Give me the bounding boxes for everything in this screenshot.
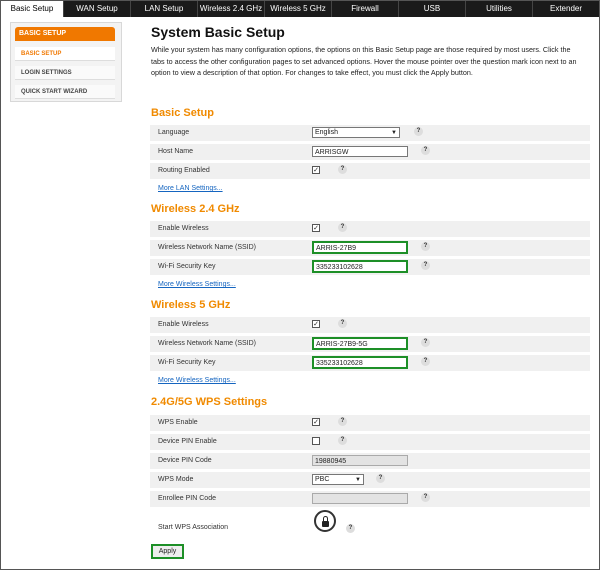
routing-enabled-label: Routing Enabled	[158, 167, 210, 174]
more-wireless-settings-5-link[interactable]: More Wireless Settings...	[158, 377, 236, 384]
more-lan-settings-link[interactable]: More LAN Settings...	[158, 185, 223, 192]
device-pin-code-input[interactable]: 19880945	[312, 455, 408, 466]
tab-utilities[interactable]: Utilities	[466, 1, 533, 17]
help-icon[interactable]: ?	[421, 338, 430, 347]
row-language: Language English ▼ ?	[150, 125, 590, 141]
help-icon[interactable]: ?	[421, 146, 430, 155]
help-icon[interactable]: ?	[421, 242, 430, 251]
section-heading-wireless-24: Wireless 2.4 GHz	[151, 203, 240, 215]
help-icon[interactable]: ?	[421, 357, 430, 366]
enable-wireless-24-checkbox[interactable]: ✓	[312, 224, 320, 232]
help-icon[interactable]: ?	[338, 319, 347, 328]
help-icon[interactable]: ?	[414, 127, 423, 136]
section-heading-wps: 2.4G/5G WPS Settings	[151, 396, 268, 408]
host-name-input[interactable]: ARRISGW	[312, 146, 408, 157]
sidebar-item-basic-setup[interactable]: BASIC SETUP	[15, 47, 115, 61]
start-wps-label: Start WPS Association	[158, 524, 229, 531]
page-title: System Basic Setup	[151, 24, 285, 40]
tab-wireless-5[interactable]: Wireless 5 GHz	[265, 1, 332, 17]
device-pin-code-label: Device PIN Code	[158, 457, 212, 464]
security-key-5-input[interactable]: 335233102628	[312, 356, 408, 369]
help-icon[interactable]: ?	[421, 493, 430, 502]
row-enrollee-pin-code: Enrollee PIN Code ?	[150, 491, 590, 507]
wps-mode-label: WPS Mode	[158, 476, 194, 483]
row-device-pin-code: Device PIN Code 19880945	[150, 453, 590, 469]
section-heading-basic-setup: Basic Setup	[151, 107, 214, 119]
tab-extender[interactable]: Extender	[533, 1, 599, 17]
sidebar: BASIC SETUP BASIC SETUP LOGIN SETTINGS Q…	[10, 22, 122, 102]
tab-wan-setup[interactable]: WAN Setup	[64, 1, 131, 17]
wps-mode-value: PBC	[315, 476, 330, 483]
security-key-label: Wi-Fi Security Key	[158, 263, 216, 270]
language-label: Language	[158, 129, 190, 136]
chevron-down-icon: ▼	[355, 477, 361, 483]
help-icon[interactable]: ?	[338, 165, 347, 174]
enable-wireless-label: Enable Wireless	[158, 225, 209, 232]
wps-enable-checkbox[interactable]: ✓	[312, 418, 320, 426]
device-pin-enable-label: Device PIN Enable	[158, 438, 217, 445]
enrollee-pin-code-label: Enrollee PIN Code	[158, 495, 216, 502]
host-name-label: Host Name	[158, 148, 194, 155]
more-wireless-settings-24-link[interactable]: More Wireless Settings...	[158, 281, 236, 288]
tab-firewall[interactable]: Firewall	[332, 1, 399, 17]
enable-wireless-label: Enable Wireless	[158, 321, 209, 328]
ssid-24-input[interactable]: ARRIS-27B9	[312, 241, 408, 254]
help-icon[interactable]: ?	[338, 436, 347, 445]
row-ssid-24: Wireless Network Name (SSID) ARRIS-27B9 …	[150, 240, 590, 256]
row-host-name: Host Name ARRISGW ?	[150, 144, 590, 160]
help-icon[interactable]: ?	[376, 474, 385, 483]
help-icon[interactable]: ?	[346, 524, 355, 533]
routing-enabled-checkbox[interactable]: ✓	[312, 166, 320, 174]
row-ssid-5: Wireless Network Name (SSID) ARRIS-27B9-…	[150, 336, 590, 352]
lock-icon-body	[322, 521, 329, 527]
intro-text: While your system has many configuration…	[151, 45, 577, 77]
ssid-label: Wireless Network Name (SSID)	[158, 244, 257, 251]
language-value: English	[315, 129, 338, 136]
row-wps-enable: WPS Enable ✓ ?	[150, 415, 590, 431]
enable-wireless-5-checkbox[interactable]: ✓	[312, 320, 320, 328]
tab-usb[interactable]: USB	[399, 1, 466, 17]
wps-mode-select[interactable]: PBC ▼	[312, 474, 364, 485]
help-icon[interactable]: ?	[338, 223, 347, 232]
row-security-key-24: Wi-Fi Security Key 335233102628 ?	[150, 259, 590, 275]
row-security-key-5: Wi-Fi Security Key 335233102628 ?	[150, 355, 590, 371]
row-enable-wireless-24: Enable Wireless ✓ ?	[150, 221, 590, 237]
enrollee-pin-code-input[interactable]	[312, 493, 408, 504]
sidebar-heading: BASIC SETUP	[15, 27, 115, 41]
row-routing-enabled: Routing Enabled ✓ ?	[150, 163, 590, 179]
security-key-24-input[interactable]: 335233102628	[312, 260, 408, 273]
sidebar-item-quick-start-wizard[interactable]: QUICK START WIZARD	[15, 85, 115, 99]
tab-lan-setup[interactable]: LAN Setup	[131, 1, 198, 17]
apply-button[interactable]: Apply	[151, 544, 184, 559]
tab-wireless-24[interactable]: Wireless 2.4 GHz	[198, 1, 265, 17]
ssid-label: Wireless Network Name (SSID)	[158, 340, 257, 347]
section-heading-wireless-5: Wireless 5 GHz	[151, 299, 231, 311]
row-start-wps: Start WPS Association ?	[150, 510, 590, 538]
wps-enable-label: WPS Enable	[158, 419, 198, 426]
tab-basic-setup[interactable]: Basic Setup	[1, 1, 64, 17]
help-icon[interactable]: ?	[421, 261, 430, 270]
device-pin-enable-checkbox[interactable]	[312, 437, 320, 445]
security-key-label: Wi-Fi Security Key	[158, 359, 216, 366]
language-select[interactable]: English ▼	[312, 127, 400, 138]
chevron-down-icon: ▼	[391, 130, 397, 136]
ssid-5-input[interactable]: ARRIS-27B9-5G	[312, 337, 408, 350]
help-icon[interactable]: ?	[338, 417, 347, 426]
row-enable-wireless-5: Enable Wireless ✓ ?	[150, 317, 590, 333]
wps-start-button[interactable]	[314, 510, 336, 532]
row-wps-mode: WPS Mode PBC ▼ ?	[150, 472, 590, 488]
sidebar-item-login-settings[interactable]: LOGIN SETTINGS	[15, 66, 115, 80]
row-device-pin-enable: Device PIN Enable ?	[150, 434, 590, 450]
top-tab-bar: Basic Setup WAN Setup LAN Setup Wireless…	[1, 1, 599, 17]
